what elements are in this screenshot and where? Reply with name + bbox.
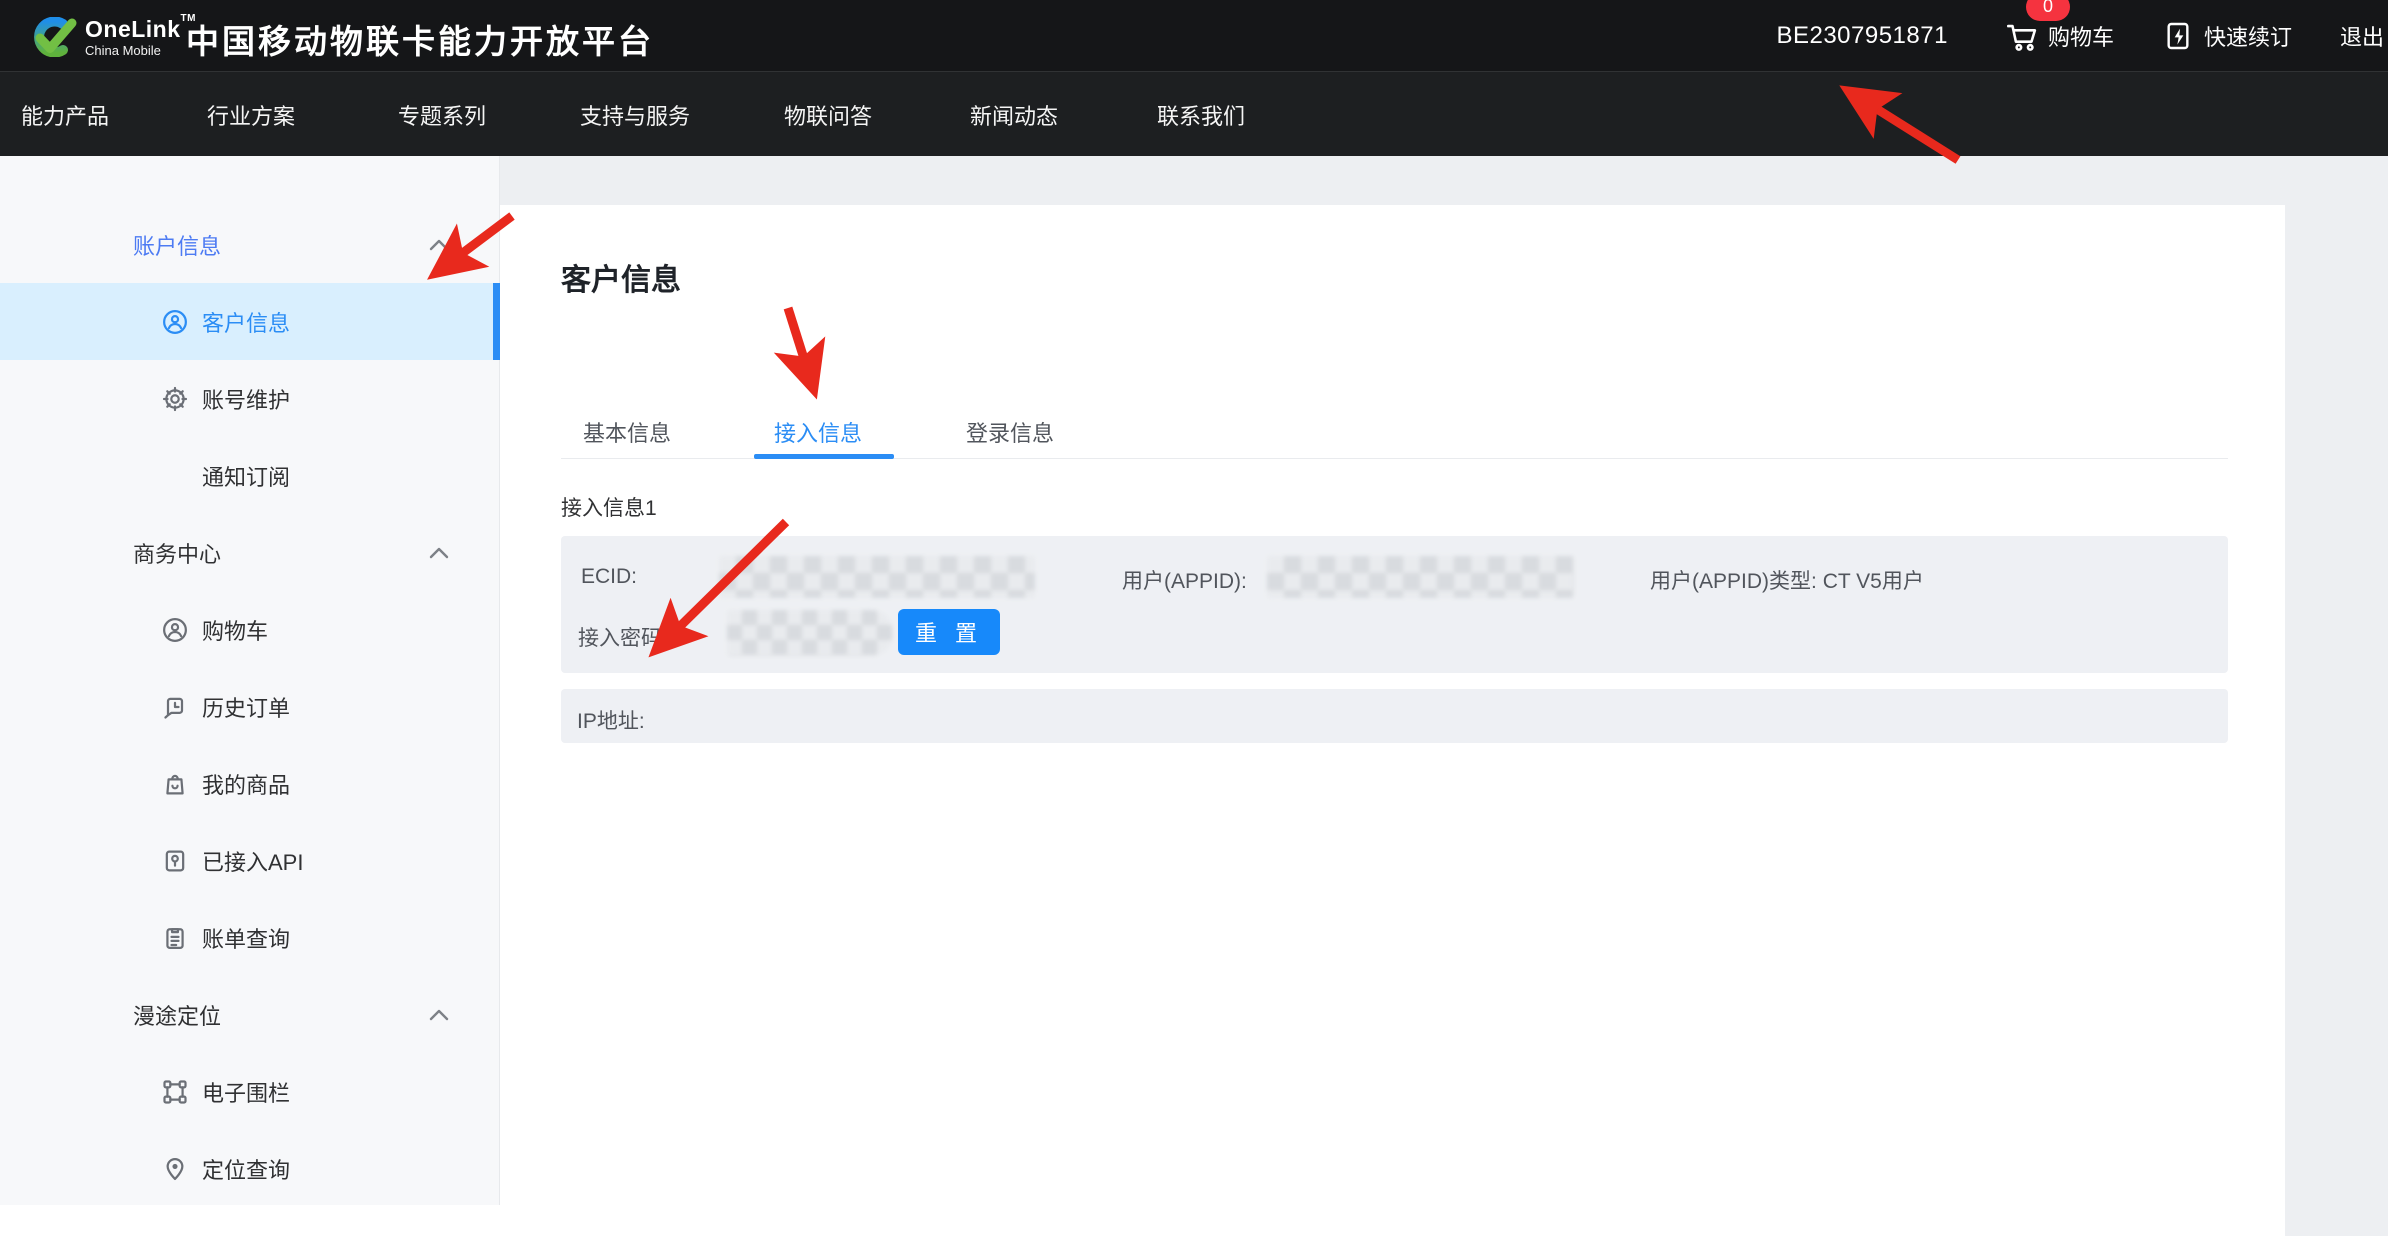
brand-subtitle: China Mobile bbox=[85, 44, 196, 57]
cart-label: 购物车 bbox=[2048, 20, 2114, 52]
main-nav: 能力产品 行业方案 专题系列 支持与服务 物联问答 新闻动态 联系我们 bbox=[0, 71, 2388, 156]
page-gutter-right bbox=[2285, 205, 2388, 1236]
access-password-label: 接入密码: bbox=[578, 622, 668, 652]
sidebar: 账户信息 客户信息 账号维护 bbox=[0, 156, 500, 1205]
sidebar-group-account-info[interactable]: 账户信息 bbox=[0, 206, 500, 283]
bill-icon bbox=[160, 923, 190, 953]
appid-label: 用户(APPID): bbox=[1122, 565, 1247, 595]
sidebar-item-customer-info[interactable]: 客户信息 bbox=[0, 283, 500, 360]
account-id[interactable]: BE2307951871 bbox=[1776, 22, 1948, 50]
brand-logo[interactable]: OneLinkTM China Mobile bbox=[25, 17, 196, 57]
shopping-bag-icon bbox=[160, 769, 190, 799]
sidebar-menu: 账户信息 客户信息 账号维护 bbox=[0, 206, 500, 1207]
nav-item-products[interactable]: 能力产品 bbox=[21, 72, 109, 157]
sidebar-group-business-center[interactable]: 商务中心 bbox=[0, 514, 500, 591]
ip-address-label: IP地址: bbox=[577, 705, 645, 735]
appid-type-label: 用户(APPID)类型: CT V5用户 bbox=[1650, 565, 1924, 595]
location-pin-icon bbox=[160, 1154, 190, 1184]
page-gutter-top bbox=[500, 156, 2388, 205]
cart-link[interactable]: 0 购物车 bbox=[2004, 19, 2114, 53]
nav-item-contact[interactable]: 联系我们 bbox=[1157, 72, 1245, 157]
access-info-section-label: 接入信息1 bbox=[561, 492, 657, 522]
tab-login-info[interactable]: 登录信息 bbox=[966, 416, 1054, 450]
gear-icon bbox=[160, 384, 190, 414]
brand-name: OneLinkTM bbox=[85, 18, 196, 41]
reset-password-button[interactable]: 重 置 bbox=[898, 609, 1000, 655]
active-tab-underline bbox=[754, 454, 894, 459]
quick-renew-link[interactable]: 快速续订 bbox=[2162, 20, 2292, 52]
history-order-icon bbox=[160, 692, 190, 722]
cart-badge: 0 bbox=[2026, 0, 2070, 21]
nav-item-topics[interactable]: 专题系列 bbox=[398, 72, 486, 157]
sidebar-item-order-history[interactable]: 历史订单 bbox=[0, 668, 500, 745]
topbar: OneLinkTM China Mobile 中国移动物联卡能力开放平台 BE2… bbox=[0, 0, 2388, 71]
user-circle-icon bbox=[160, 307, 190, 337]
access-password-value-redacted bbox=[727, 610, 893, 656]
appid-type-value: CT V5用户 bbox=[1823, 570, 1924, 593]
sidebar-item-notification-subscription[interactable]: 通知订阅 bbox=[0, 437, 500, 514]
screen: OneLinkTM China Mobile 中国移动物联卡能力开放平台 BE2… bbox=[0, 0, 2388, 1236]
logout-link[interactable]: 退出 bbox=[2340, 20, 2384, 52]
sidebar-item-bill-inquiry[interactable]: 账单查询 bbox=[0, 899, 500, 976]
nav-item-support[interactable]: 支持与服务 bbox=[580, 72, 690, 157]
sidebar-item-my-products[interactable]: 我的商品 bbox=[0, 745, 500, 822]
quick-renew-icon bbox=[2162, 20, 2194, 52]
nav-item-news[interactable]: 新闻动态 bbox=[970, 72, 1058, 157]
sidebar-item-connected-api[interactable]: 已接入API bbox=[0, 822, 500, 899]
sidebar-item-location-query[interactable]: 定位查询 bbox=[0, 1130, 500, 1207]
ecid-label: ECID: bbox=[581, 565, 637, 589]
tab-basic-info[interactable]: 基本信息 bbox=[583, 416, 671, 450]
onelink-logo-icon bbox=[25, 17, 77, 57]
nav-item-qa[interactable]: 物联问答 bbox=[784, 72, 872, 157]
quick-renew-label: 快速续订 bbox=[2204, 20, 2292, 52]
cart-icon bbox=[2004, 19, 2038, 53]
tab-access-info[interactable]: 接入信息 bbox=[774, 416, 862, 450]
sidebar-item-account-maintenance[interactable]: 账号维护 bbox=[0, 360, 500, 437]
nav-item-industry[interactable]: 行业方案 bbox=[207, 72, 295, 157]
logout-label: 退出 bbox=[2340, 20, 2384, 52]
chevron-up-icon bbox=[428, 1008, 450, 1022]
ip-address-box bbox=[561, 689, 2228, 743]
fence-icon bbox=[160, 1077, 190, 1107]
chevron-up-icon bbox=[428, 546, 450, 560]
sidebar-group-mantu-location[interactable]: 漫途定位 bbox=[0, 976, 500, 1053]
page-title: 客户信息 bbox=[561, 255, 681, 299]
user-circle-icon bbox=[160, 615, 190, 645]
site-title: 中国移动物联卡能力开放平台 bbox=[186, 15, 654, 63]
api-pin-icon bbox=[160, 846, 190, 876]
topbar-right: BE2307951871 0 购物车 快速续订 退出 bbox=[1776, 0, 2384, 71]
sidebar-item-geo-fence[interactable]: 电子围栏 bbox=[0, 1053, 500, 1130]
chevron-up-icon bbox=[428, 238, 450, 252]
sidebar-item-shopping-cart[interactable]: 购物车 bbox=[0, 591, 500, 668]
ecid-value-redacted bbox=[719, 556, 1035, 598]
appid-value-redacted bbox=[1267, 556, 1574, 598]
